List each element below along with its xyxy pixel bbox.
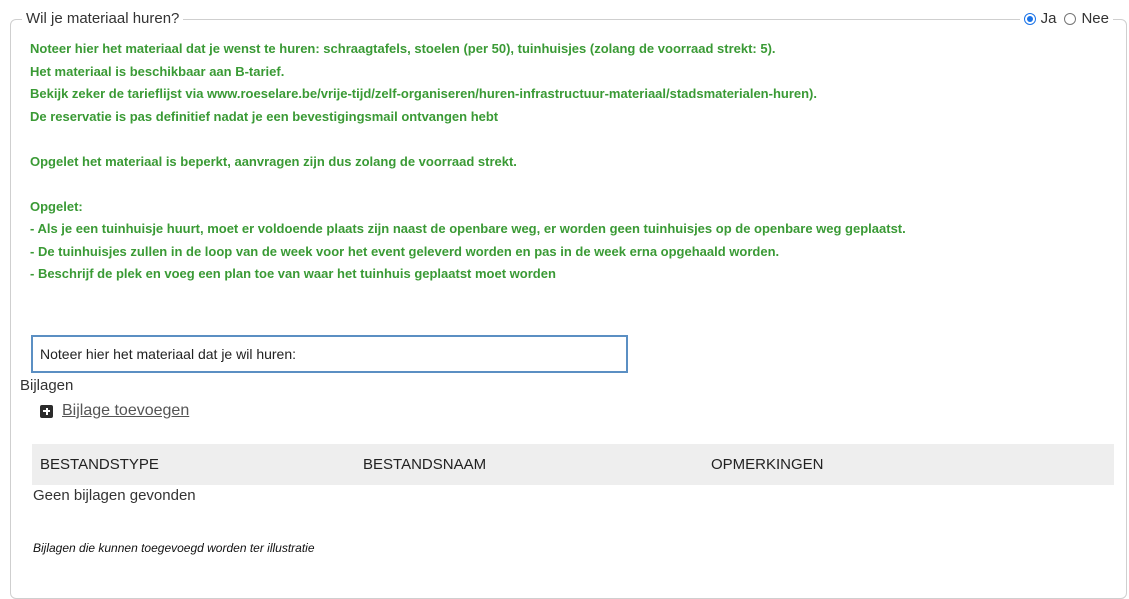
info-line: Opgelet het materiaal is beperkt, aanvra… <box>30 153 517 169</box>
info-line: Noteer hier het materiaal dat je wenst t… <box>30 41 776 56</box>
attachments-table-header: BESTANDSTYPE BESTANDSNAAM OPMERKINGEN <box>32 444 1114 485</box>
attachments-note: Bijlagen die kunnen toegevoegd worden te… <box>33 541 315 555</box>
material-input[interactable]: Noteer hier het materiaal dat je wil hur… <box>31 335 628 373</box>
attachments-label: Bijlagen <box>20 377 74 394</box>
radio-nee[interactable] <box>1064 13 1077 25</box>
radio-option-ja[interactable]: Ja <box>1023 9 1057 29</box>
radio-nee-label: Nee <box>1081 10 1109 27</box>
info-line: Opgelet: <box>30 198 83 214</box>
column-header-name[interactable]: BESTANDSNAAM <box>363 444 486 485</box>
section-legend: Wil je materiaal huren? <box>22 9 184 29</box>
radio-ja-selected[interactable] <box>1023 13 1036 25</box>
column-header-remarks[interactable]: OPMERKINGEN <box>711 444 824 485</box>
add-attachment-label[interactable]: Bijlage toevoegen <box>62 402 189 420</box>
add-attachment-button[interactable]: Bijlage toevoegen <box>40 402 189 420</box>
column-header-type[interactable]: BESTANDSTYPE <box>40 444 159 485</box>
info-line: Het materiaal is beschikbaar aan B-tarie… <box>30 63 285 79</box>
info-line: - Als je een tuinhuisje huurt, moet er v… <box>30 221 906 236</box>
rent-radio-group: Ja Nee <box>1019 9 1113 29</box>
radio-ja-label: Ja <box>1040 10 1057 27</box>
info-line: De reservatie is pas definitief nadat je… <box>30 108 499 124</box>
info-line: Bekijk zeker de tarieflijst via www.roes… <box>30 86 817 101</box>
plus-square-icon <box>40 404 53 418</box>
info-line: - De tuinhuisjes zullen in de loop van d… <box>30 243 780 259</box>
info-line: - Beschrijf de plek en voeg een plan toe… <box>30 266 556 281</box>
empty-attachments-message: Geen bijlagen gevonden <box>33 487 196 504</box>
radio-option-nee[interactable]: Nee <box>1064 9 1109 29</box>
material-info-text: Noteer hier het materiaal dat je wenst t… <box>30 38 1110 286</box>
